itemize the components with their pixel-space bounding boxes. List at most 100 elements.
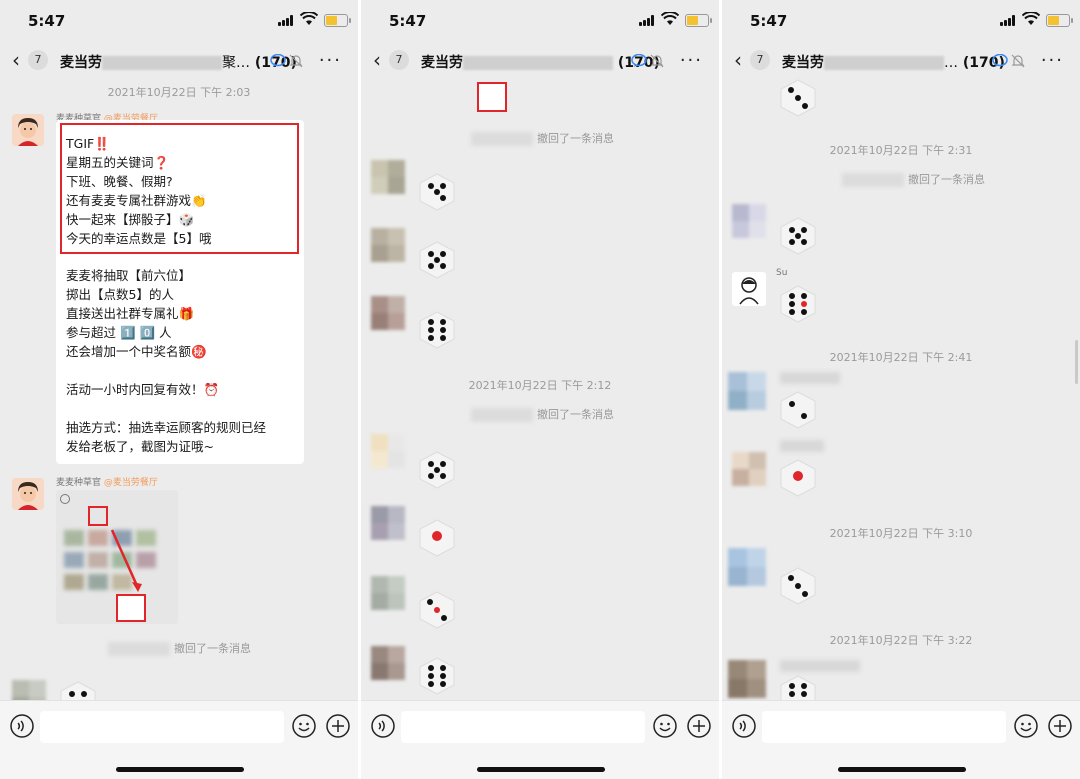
status-time: 5:47 — [389, 12, 427, 30]
dice-icon[interactable] — [778, 458, 818, 498]
dice-icon[interactable] — [778, 216, 818, 256]
message-line: 掷出【点数5】的人 — [66, 287, 174, 302]
home-indicator — [116, 767, 244, 772]
signal-icon — [639, 15, 655, 26]
voice-input-icon[interactable] — [10, 714, 34, 738]
avatar[interactable] — [732, 272, 766, 306]
sender-name — [780, 440, 824, 452]
dice-icon[interactable] — [778, 390, 818, 430]
chat-header: ‹ 7 麦当劳… (170) ··· — [722, 44, 1080, 80]
back-button[interactable]: ‹ — [373, 50, 381, 70]
chat-panel-1: 5:47 ‹ 7 麦当劳 聚… (170) ··· 2021年10月22日 下午 … — [0, 0, 358, 779]
chat-panel-2: 5:47 ‹ 7 麦当劳 (170) ··· 撤回了一条消息 2021年10月2… — [361, 0, 719, 779]
avatar[interactable] — [732, 452, 766, 486]
scrollbar[interactable] — [1075, 340, 1078, 384]
sender-name — [780, 660, 860, 672]
mute-bell-icon — [289, 54, 303, 68]
unread-count-badge: 7 — [28, 50, 48, 70]
avatar[interactable] — [371, 506, 405, 540]
dice-icon[interactable] — [417, 590, 457, 630]
recalled-notice: 撤回了一条消息 — [471, 406, 614, 422]
avatar[interactable] — [12, 478, 44, 510]
dice-icon[interactable] — [417, 172, 457, 212]
message-line: 麦麦将抽取【前六位】 — [66, 268, 192, 283]
message-line: 今天的幸运点数是【5】哦 — [66, 231, 212, 246]
dice-icon[interactable] — [417, 656, 457, 696]
voice-input-icon[interactable] — [371, 714, 395, 738]
avatar[interactable] — [732, 204, 766, 238]
home-indicator — [477, 767, 605, 772]
chat-title[interactable]: 麦当劳… (170) — [782, 52, 1005, 72]
recalled-notice: 撤回了一条消息 — [108, 640, 251, 656]
battery-icon — [1046, 14, 1073, 27]
highlight-box — [88, 506, 108, 526]
highlight-box — [477, 82, 507, 112]
message-input[interactable] — [40, 711, 284, 743]
timestamp: 2021年10月22日 下午 3:22 — [829, 634, 973, 647]
message-line: 参与超过 1️⃣ 0️⃣ 人 — [66, 325, 172, 340]
avatar[interactable] — [728, 548, 766, 586]
highlight-box — [116, 594, 146, 622]
dice-icon[interactable] — [778, 78, 818, 118]
emoji-icon[interactable] — [292, 714, 316, 738]
dice-icon[interactable] — [778, 284, 818, 324]
message-line: 直接送出社群专属礼🎁 — [66, 306, 195, 321]
avatar[interactable] — [12, 114, 44, 146]
avatar[interactable] — [728, 372, 766, 410]
message-line: TGIF‼️ — [66, 136, 110, 151]
emoji-icon[interactable] — [653, 714, 677, 738]
avatar[interactable] — [371, 160, 405, 194]
mute-bell-icon — [650, 54, 664, 68]
voice-input-icon[interactable] — [732, 714, 756, 738]
battery-icon — [685, 14, 712, 27]
wifi-icon — [661, 12, 679, 25]
avatar[interactable] — [371, 576, 405, 610]
timestamp: 2021年10月22日 下午 3:10 — [829, 527, 973, 540]
home-indicator — [838, 767, 966, 772]
status-time: 5:47 — [28, 12, 66, 30]
wifi-icon — [1022, 12, 1040, 25]
timestamp: 2021年10月22日 下午 2:12 — [468, 379, 612, 392]
dice-icon[interactable] — [778, 566, 818, 606]
message-line: 活动一小时内回复有效！⏰ — [66, 382, 220, 397]
chat-title[interactable]: 麦当劳 (170) — [421, 52, 660, 72]
screenshot-image[interactable] — [56, 490, 178, 624]
chat-panel-3: 5:47 ‹ 7 麦当劳… (170) ··· 2021年10月22日 下午 2… — [722, 0, 1080, 779]
emoji-icon[interactable] — [1014, 714, 1038, 738]
dice-icon[interactable] — [417, 450, 457, 490]
avatar[interactable] — [371, 434, 405, 468]
recalled-notice: 撤回了一条消息 — [471, 130, 614, 146]
message-line: 抽选方式：抽选幸运顾客的规则已经 — [66, 420, 267, 435]
qq-chat-icon — [631, 54, 647, 67]
message-line: 快一起来【掷骰子】🎲 — [66, 212, 195, 227]
plus-icon[interactable] — [687, 714, 711, 738]
back-button[interactable]: ‹ — [12, 50, 20, 70]
avatar[interactable] — [728, 660, 766, 698]
avatar[interactable] — [371, 228, 405, 262]
status-time: 5:47 — [750, 12, 788, 30]
chat-title[interactable]: 麦当劳 聚… (170) — [60, 52, 297, 72]
group-name: 麦当劳 — [782, 55, 824, 71]
back-button[interactable]: ‹ — [734, 50, 742, 70]
chat-header: ‹ 7 麦当劳 (170) ··· — [361, 44, 719, 80]
chat-header: ‹ 7 麦当劳 聚… (170) ··· — [0, 44, 358, 80]
dice-icon[interactable] — [417, 518, 457, 558]
more-options-button[interactable]: ··· — [1041, 50, 1064, 71]
message-line: 还会增加一个中奖名额㊙️ — [66, 344, 207, 359]
more-options-button[interactable]: ··· — [680, 50, 703, 71]
message-line: 下班、晚餐、假期? — [66, 174, 173, 189]
more-options-button[interactable]: ··· — [319, 50, 342, 71]
plus-icon[interactable] — [1048, 714, 1072, 738]
mute-bell-icon — [1011, 54, 1025, 68]
sender-name: 麦麦种草官 @麦当劳餐厅 — [56, 478, 158, 488]
status-bar: 5:47 — [0, 0, 358, 40]
plus-icon[interactable] — [326, 714, 350, 738]
dice-icon[interactable] — [417, 240, 457, 280]
timestamp: 2021年10月22日 下午 2:41 — [829, 351, 973, 364]
message-input[interactable] — [762, 711, 1006, 743]
message-line: 星期五的关键词❓ — [66, 155, 170, 170]
avatar[interactable] — [371, 296, 405, 330]
dice-icon[interactable] — [417, 310, 457, 350]
avatar[interactable] — [371, 646, 405, 680]
message-input[interactable] — [401, 711, 645, 743]
